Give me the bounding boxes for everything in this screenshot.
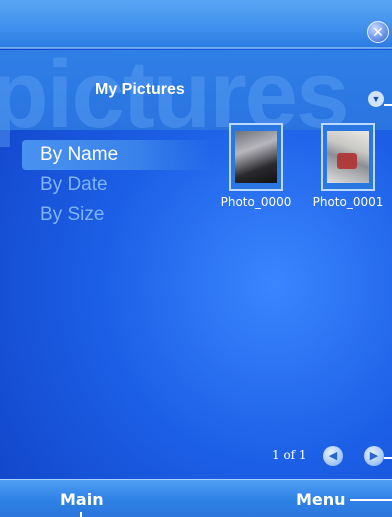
close-icon[interactable]: ✕ <box>367 21 389 43</box>
sort-menu: By Name By Date By Size <box>22 140 212 230</box>
main-softkey[interactable]: Main <box>60 490 104 509</box>
page-indicator: 1 of 1 <box>272 448 307 462</box>
thumbnail-frame <box>229 123 283 191</box>
thumbnail-frame <box>321 123 375 191</box>
pictures-screen: ✕ pictures My Pictures ▼ By Name By Date… <box>0 0 392 517</box>
menu-softkey-indicator <box>350 499 392 501</box>
dropdown-connector <box>384 104 392 106</box>
photo-image <box>327 131 369 183</box>
previous-page-icon[interactable]: ◀ <box>323 446 343 466</box>
thumbnail-photo-0000[interactable]: Photo_0000 <box>211 123 301 209</box>
sort-by-size[interactable]: By Size <box>22 200 212 230</box>
main-softkey-indicator <box>80 512 82 517</box>
thumbnail-photo-0001[interactable]: Photo_0001 <box>303 123 392 209</box>
photo-image <box>235 131 277 183</box>
thumbnail-label: Photo_0000 <box>220 195 292 209</box>
pager-connector <box>384 457 392 459</box>
sort-by-date[interactable]: By Date <box>22 170 212 200</box>
menu-softkey[interactable]: Menu <box>296 490 346 509</box>
chevron-down-icon[interactable]: ▼ <box>368 91 384 107</box>
next-page-icon[interactable]: ▶ <box>364 446 384 466</box>
page-title: My Pictures <box>95 81 185 98</box>
sort-by-name[interactable]: By Name <box>22 140 212 170</box>
thumbnail-label: Photo_0001 <box>312 195 384 209</box>
